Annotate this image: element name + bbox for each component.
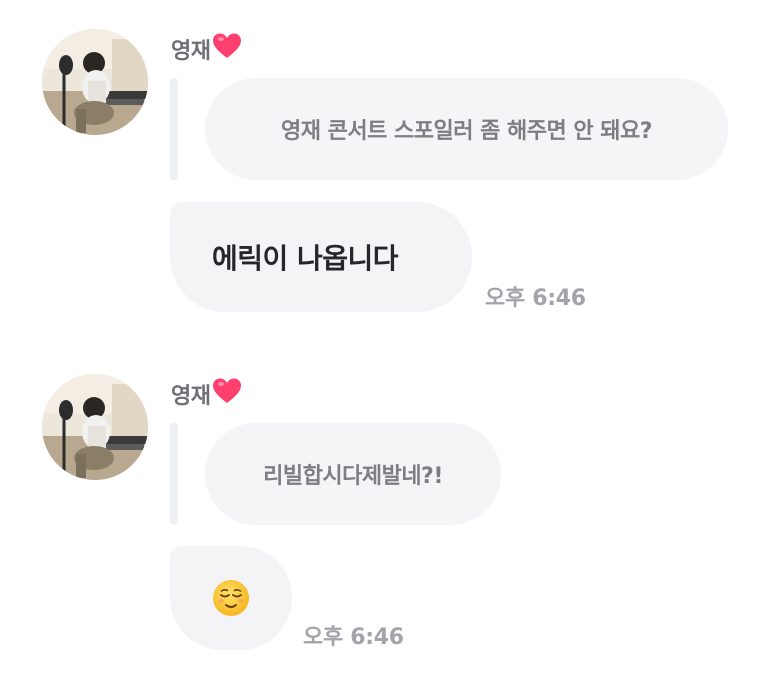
quoted-message-text: 영재 콘서트 스포일러 좀 해주면 안 돼요? xyxy=(280,119,653,144)
profile-photo xyxy=(42,29,148,135)
reply-message-bubble[interactable]: 에릭이 나옵니다 xyxy=(170,202,472,312)
message-timestamp: 오후 6:46 xyxy=(303,625,404,650)
message-timestamp: 오후 6:46 xyxy=(485,286,586,311)
sender-name: 영재 xyxy=(171,32,242,66)
heart-icon xyxy=(212,377,242,411)
quoted-message-bubble[interactable]: 리빌합시다제발네?! xyxy=(205,423,501,525)
quoted-message-text: 리빌합시다제발네?! xyxy=(263,464,443,489)
sender-name: 영재 xyxy=(171,377,242,411)
sender-name-text: 영재 xyxy=(171,384,211,409)
quote-bar xyxy=(170,78,178,180)
relieved-face-icon xyxy=(212,579,250,617)
reply-message-bubble[interactable] xyxy=(170,546,292,650)
profile-photo xyxy=(42,374,148,480)
sender-name-text: 영재 xyxy=(171,39,211,64)
quoted-message-bubble[interactable]: 영재 콘서트 스포일러 좀 해주면 안 돼요? xyxy=(205,78,728,180)
avatar[interactable] xyxy=(42,374,148,480)
avatar[interactable] xyxy=(42,29,148,135)
heart-icon xyxy=(212,32,242,66)
reply-message-text: 에릭이 나옵니다 xyxy=(212,242,399,275)
quote-bar xyxy=(170,423,178,525)
